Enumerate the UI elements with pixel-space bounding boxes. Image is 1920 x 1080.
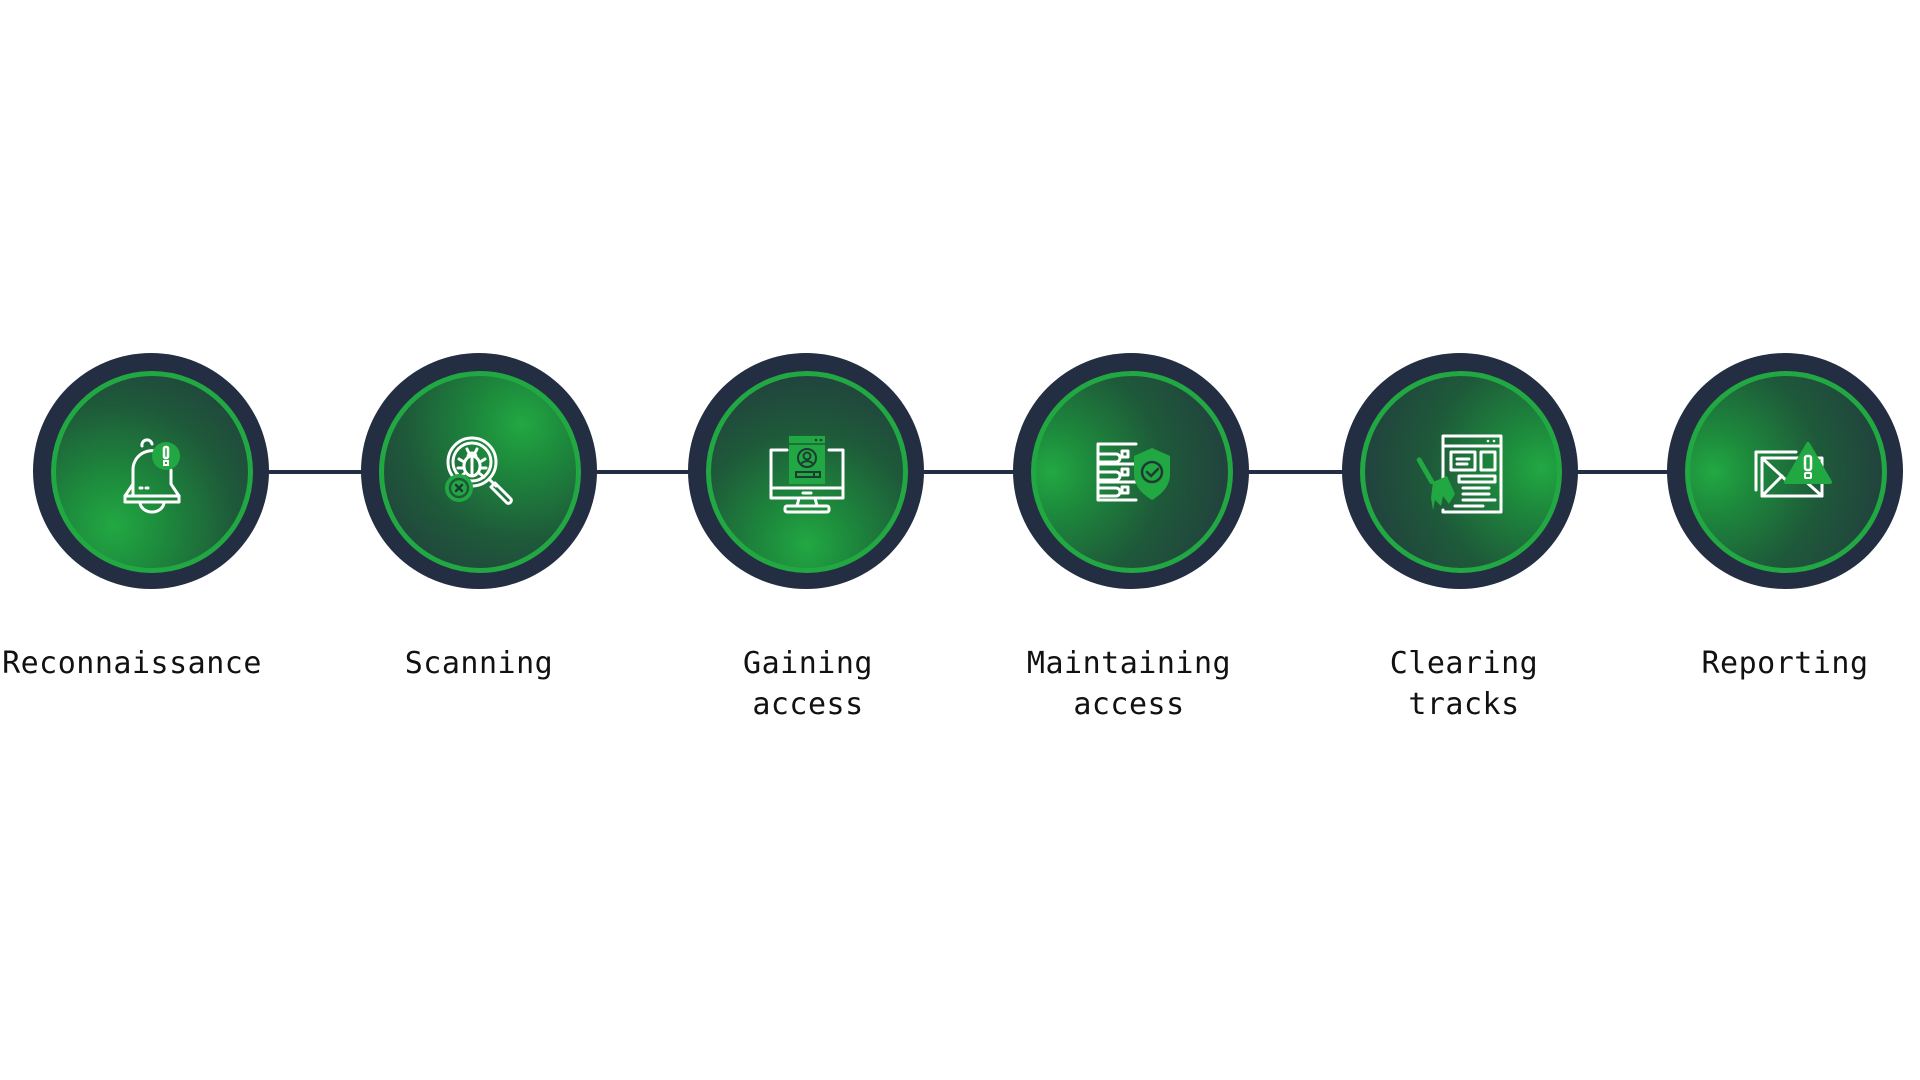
connector-3-4 [917,470,1027,474]
label-line-1: Reconnaissance [2,646,262,681]
step-reporting [1667,353,1903,589]
step-label-maintaining-access: Maintaining access [969,643,1289,725]
server-shield-icon [1096,442,1170,502]
step-gaining-access [688,353,924,589]
step-inner-circle [51,371,253,573]
label-line-1: Scanning [404,646,554,681]
bug-search-icon [445,436,513,505]
broom-document-icon [1416,434,1503,514]
bell-alert-icon [123,438,181,514]
connector-5-6 [1571,470,1681,474]
label-line-2: access [1073,687,1185,722]
step-inner-circle [379,371,581,573]
step-inner-circle [1031,371,1233,573]
step-inner-circle [1360,371,1562,573]
step-maintaining-access [1013,353,1249,589]
label-line-2: access [752,687,864,722]
connector-1-2 [262,470,372,474]
monitor-user-login-icon [769,436,845,514]
step-reconnaissance [33,353,269,589]
step-label-clearing-tracks: Clearing tracks [1304,643,1624,725]
step-label-scanning: Scanning [319,643,639,684]
label-line-1: Reporting [1701,646,1869,681]
step-inner-circle [1685,371,1887,573]
mail-warning-icon [1754,442,1832,498]
label-line-1: Maintaining [1026,646,1232,681]
step-scanning [361,353,597,589]
label-line-1: Gaining [743,646,873,681]
step-clearing-tracks [1342,353,1578,589]
label-line-1: Clearing [1389,646,1539,681]
label-line-2: tracks [1408,687,1520,722]
connector-4-5 [1242,470,1352,474]
connector-2-3 [590,470,700,474]
step-label-reporting: Reporting [1625,643,1920,684]
step-label-gaining-access: Gaining access [648,643,968,725]
step-inner-circle [706,371,908,573]
step-label-reconnaissance: Reconnaissance [0,643,292,684]
